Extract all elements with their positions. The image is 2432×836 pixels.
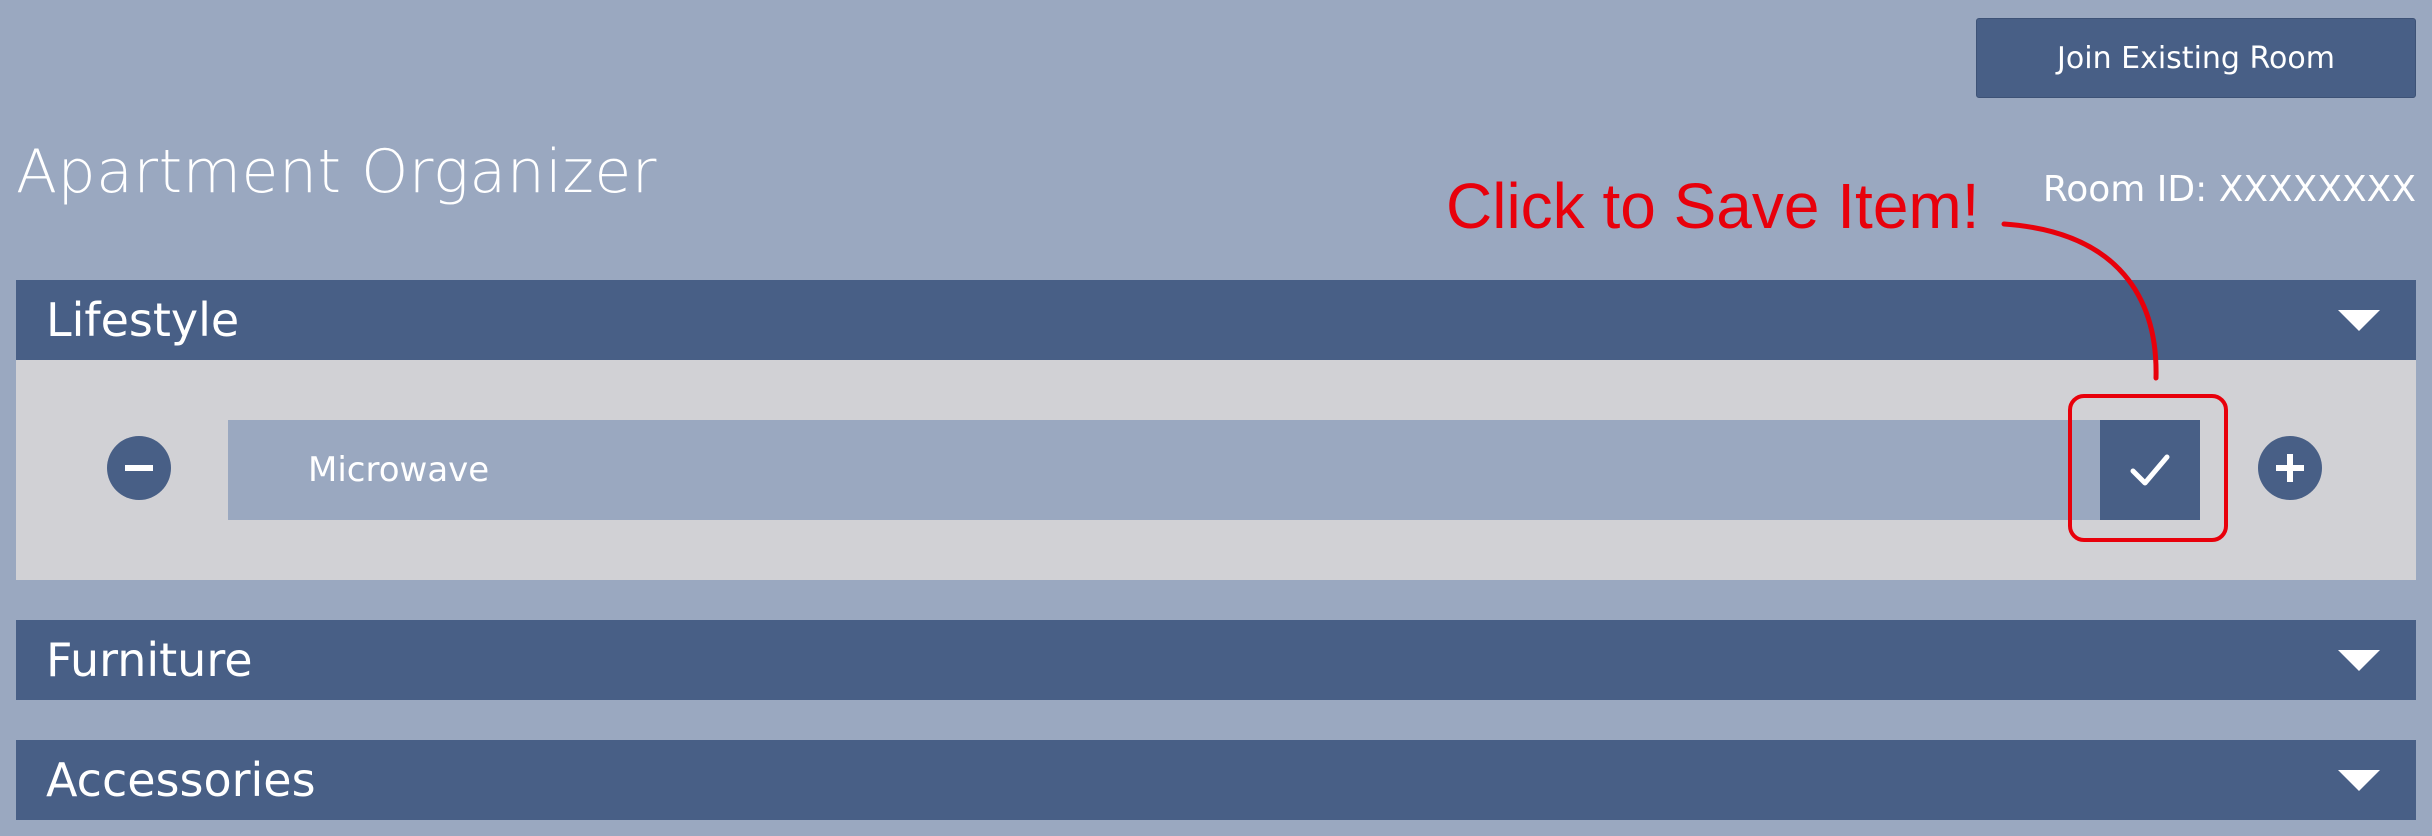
section-label-furniture: Furniture	[46, 633, 253, 687]
item-name-input[interactable]	[228, 420, 2100, 520]
room-id-label: Room ID: XXXXXXXX	[2042, 169, 2416, 210]
chevron-down-icon	[2338, 769, 2380, 791]
section-label-lifestyle: Lifestyle	[46, 293, 240, 347]
remove-item-button[interactable]	[107, 436, 171, 500]
chevron-down-icon	[2338, 649, 2380, 671]
add-item-button[interactable]	[2258, 436, 2322, 500]
plus-circle-icon	[2276, 454, 2304, 482]
join-existing-room-button[interactable]: Join Existing Room	[1976, 18, 2416, 98]
section-header-accessories[interactable]: Accessories	[16, 740, 2416, 820]
page-title: Apartment Organizer	[16, 137, 657, 207]
section-label-accessories: Accessories	[46, 753, 316, 807]
minus-circle-icon	[125, 465, 153, 471]
chevron-down-icon	[2338, 309, 2380, 331]
section-header-furniture[interactable]: Furniture	[16, 620, 2416, 700]
annotation-callout-text: Click to Save Item!	[1446, 170, 1980, 242]
checkmark-icon	[2130, 454, 2170, 486]
section-header-lifestyle[interactable]: Lifestyle	[16, 280, 2416, 360]
save-item-button[interactable]	[2100, 420, 2200, 520]
